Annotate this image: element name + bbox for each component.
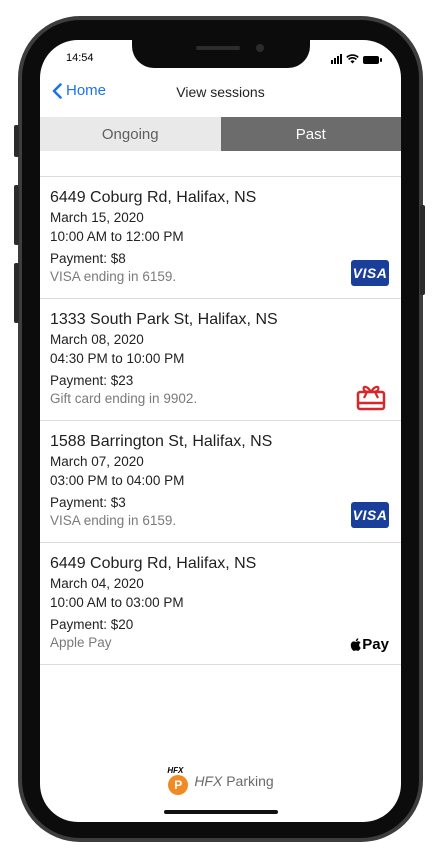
session-item[interactable]: 1333 South Park St, Halifax, NS March 08… <box>40 299 401 421</box>
session-list: 6449 Coburg Rd, Halifax, NS March 15, 20… <box>40 176 401 665</box>
session-payment: Payment: $3 <box>50 495 126 510</box>
payment-method: Apple Pay <box>50 635 112 650</box>
session-date: March 08, 2020 <box>50 332 144 347</box>
tab-past[interactable]: Past <box>220 117 401 151</box>
wifi-icon <box>346 54 359 64</box>
volume-down-button <box>14 263 19 323</box>
apple-logo-icon <box>351 638 361 651</box>
payment-method: VISA ending in 6159. <box>50 269 177 284</box>
speaker <box>196 46 240 50</box>
home-indicator[interactable] <box>164 810 278 814</box>
session-date: March 15, 2020 <box>50 210 144 225</box>
navigation-bar: Home View sessions <box>40 78 401 108</box>
battery-icon <box>363 56 382 64</box>
payment-method: VISA ending in 6159. <box>50 513 177 528</box>
session-item[interactable]: 6449 Coburg Rd, Halifax, NS March 04, 20… <box>40 543 401 665</box>
logo-top-text: HFX <box>167 766 184 775</box>
session-item[interactable]: 1588 Barrington St, Halifax, NS March 07… <box>40 421 401 543</box>
volume-up-button <box>14 185 19 245</box>
status-time: 14:54 <box>66 52 94 64</box>
session-address: 6449 Coburg Rd, Halifax, NS <box>50 189 257 206</box>
session-item[interactable]: 6449 Coburg Rd, Halifax, NS March 15, 20… <box>40 177 401 299</box>
brand-name: HFX Parking <box>194 773 273 789</box>
session-address: 6449 Coburg Rd, Halifax, NS <box>50 555 257 572</box>
tab-ongoing[interactable]: Ongoing <box>40 117 221 151</box>
app-footer: HFX P HFX Parking <box>40 766 401 795</box>
brand-name-italic: HFX <box>194 773 223 789</box>
notch <box>132 40 310 68</box>
session-time: 10:00 AM to 12:00 PM <box>50 229 184 244</box>
session-payment: Payment: $23 <box>50 373 134 388</box>
session-address: 1333 South Park St, Halifax, NS <box>50 311 278 328</box>
signal-icon <box>331 54 342 64</box>
hfx-parking-logo: HFX P <box>167 766 189 795</box>
session-tabs: Ongoing Past <box>40 117 401 151</box>
session-date: March 07, 2020 <box>50 454 144 469</box>
apple-pay-text: Pay <box>362 636 389 653</box>
session-payment: Payment: $20 <box>50 617 134 632</box>
session-date: March 04, 2020 <box>50 576 144 591</box>
mute-switch <box>14 125 19 157</box>
status-icons <box>331 52 382 64</box>
power-button <box>420 205 425 295</box>
apple-pay-icon: Pay <box>350 636 389 653</box>
camera <box>256 44 264 52</box>
session-time: 04:30 PM to 10:00 PM <box>50 351 185 366</box>
session-address: 1588 Barrington St, Halifax, NS <box>50 433 273 450</box>
app-screen: 14:54 Home View sessions Ongoing Past 64… <box>40 40 401 822</box>
visa-icon: VISA <box>351 502 389 528</box>
brand-name-rest: Parking <box>222 773 274 789</box>
gift-card-icon <box>356 385 386 411</box>
session-time: 03:00 PM to 04:00 PM <box>50 473 185 488</box>
parking-icon: P <box>168 775 189 795</box>
session-time: 10:00 AM to 03:00 PM <box>50 595 184 610</box>
payment-method: Gift card ending in 9902. <box>50 391 198 406</box>
visa-icon: VISA <box>351 260 389 286</box>
session-payment: Payment: $8 <box>50 251 126 266</box>
page-title: View sessions <box>176 84 265 100</box>
